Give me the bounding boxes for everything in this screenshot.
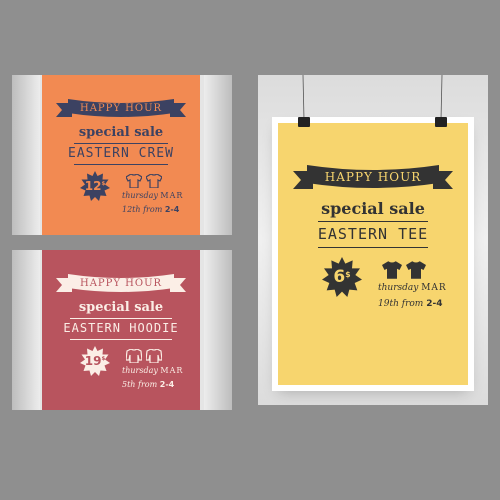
special-sale-label: special sale: [321, 199, 425, 218]
shirt-icon: [146, 349, 162, 363]
day-label: thursday: [122, 366, 158, 375]
ribbon-label: HAPPY HOUR: [79, 102, 163, 114]
shirt-icons: [382, 261, 426, 279]
time-line: 12th from 2-4: [122, 205, 179, 214]
day-label: thursday: [378, 283, 419, 293]
ribbon-label: HAPPY HOUR: [324, 170, 422, 184]
from-label: from: [138, 380, 158, 389]
from-label: from: [143, 205, 163, 214]
price-unit: $: [345, 270, 351, 280]
happy-hour-ribbon: HAPPY HOUR: [56, 97, 186, 119]
poster-yellow: HAPPY HOUR special sale EASTERN TEE 6 $ t…: [278, 123, 468, 385]
time-label: 2-4: [426, 299, 443, 309]
mockup-panel-top-left: HAPPY HOUR special sale EASTERN CREW 12 $…: [12, 75, 232, 235]
date-label: 19th: [378, 299, 399, 309]
time-label: 2-4: [164, 205, 180, 214]
date-line: thursday MAR: [378, 283, 447, 293]
price-unit: $: [101, 181, 106, 188]
product-name: EASTERN HOODIE: [63, 321, 179, 335]
day-label: thursday: [122, 191, 158, 200]
date-label: 12th: [122, 205, 141, 214]
price-badge: 6 $: [322, 257, 362, 297]
date-line: thursday MAR: [122, 191, 183, 200]
price-value: 6: [333, 267, 346, 287]
month-label: MAR: [160, 191, 184, 200]
product-name: EASTERN TEE: [317, 225, 429, 243]
time-line: 5th from 2-4: [122, 380, 174, 389]
price-badge: 19 $: [80, 346, 110, 376]
date-label: 5th: [122, 380, 136, 389]
special-sale-label: special sale: [78, 300, 164, 315]
binder-clip-icon: [298, 117, 310, 127]
poster-rose: HAPPY HOUR special sale EASTERN HOODIE 1…: [42, 250, 200, 410]
price-value: 19: [84, 354, 102, 368]
mockup-panel-bottom-left: HAPPY HOUR special sale EASTERN HOODIE 1…: [12, 250, 232, 410]
happy-hour-ribbon: HAPPY HOUR: [56, 272, 186, 294]
shirt-icon: [406, 261, 426, 279]
poster-orange: HAPPY HOUR special sale EASTERN CREW 12 $…: [42, 75, 200, 235]
shirt-icon: [146, 174, 162, 188]
time-label: 2-4: [159, 380, 175, 389]
shirt-icon: [126, 174, 142, 188]
price-unit: $: [101, 356, 106, 363]
ribbon-label: HAPPY HOUR: [79, 277, 163, 289]
binder-clip-icon: [435, 117, 447, 127]
time-line: 19th from 2-4: [378, 299, 442, 309]
mockup-panel-right: HAPPY HOUR special sale EASTERN TEE 6 $ t…: [258, 75, 488, 405]
shirt-icon: [126, 349, 142, 363]
date-line: thursday MAR: [122, 366, 183, 375]
product-name: EASTERN CREW: [68, 146, 174, 161]
month-label: MAR: [160, 366, 184, 375]
shirt-icons: [126, 174, 162, 188]
price-value: 12: [84, 179, 102, 193]
happy-hour-ribbon: HAPPY HOUR: [293, 163, 453, 191]
from-label: from: [401, 299, 424, 309]
price-badge: 12 $: [80, 171, 110, 201]
special-sale-label: special sale: [78, 125, 164, 140]
shirt-icon: [382, 261, 402, 279]
shirt-icons: [126, 349, 162, 363]
month-label: MAR: [421, 283, 447, 293]
